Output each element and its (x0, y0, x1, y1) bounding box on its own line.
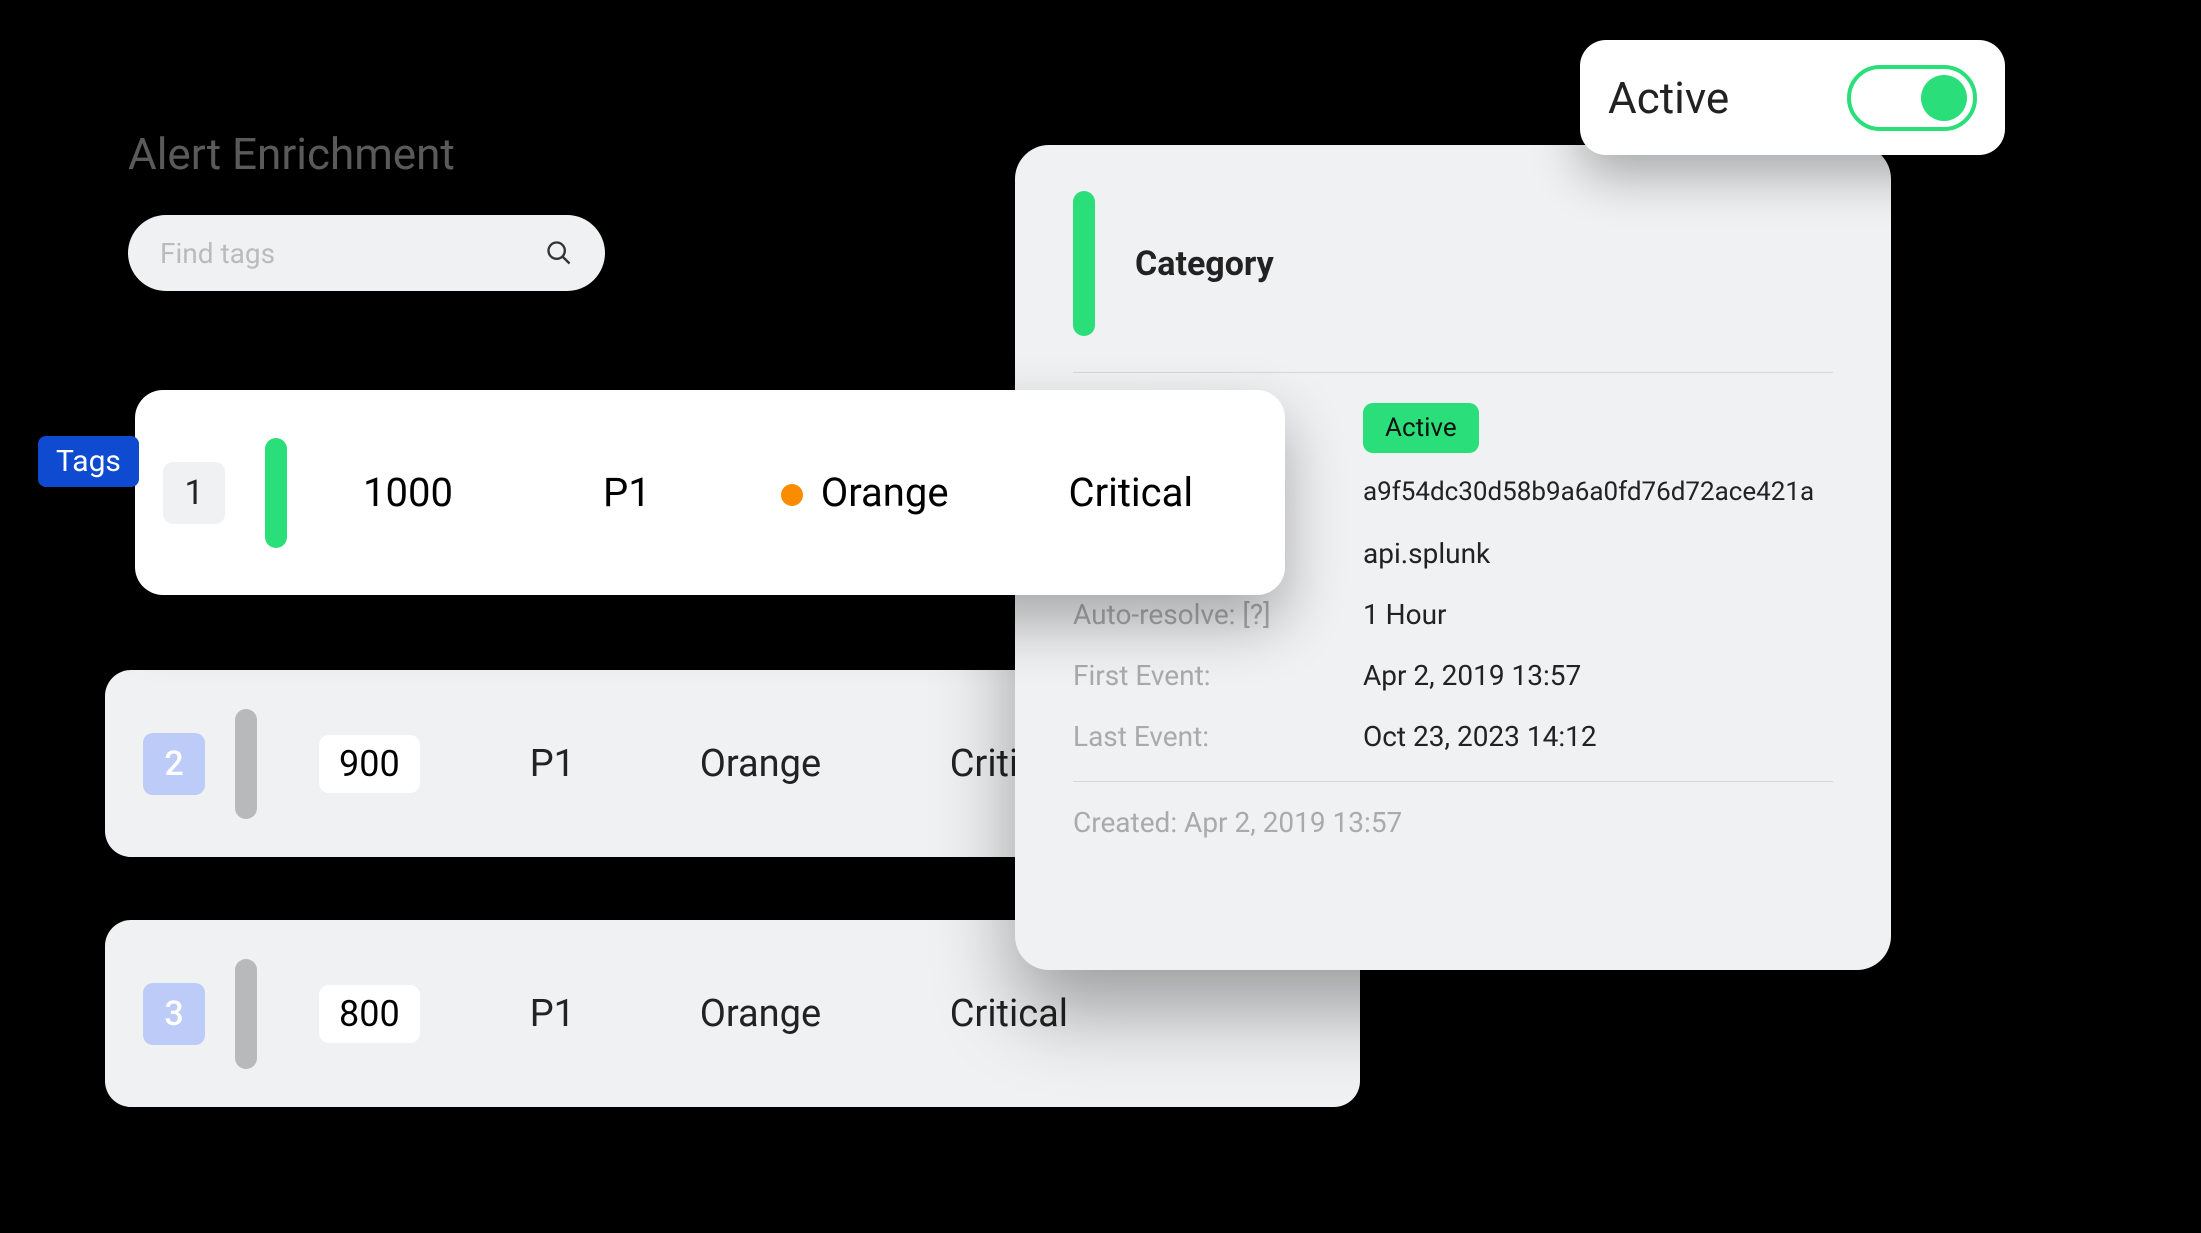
created-label: Created: Apr 2, 2019 13:57 (1073, 806, 1833, 839)
row-score: 800 (319, 985, 420, 1043)
row-index: 1 (163, 462, 225, 524)
row-priority: P1 (603, 469, 651, 516)
id-value: api.splunk (1363, 537, 1490, 570)
row-priority: P1 (530, 742, 610, 786)
autoresolve-value: 1 Hour (1363, 598, 1447, 631)
row-color: Orange (700, 992, 860, 1036)
page-title: Alert Enrichment (128, 128, 455, 180)
status-bar-icon (235, 709, 257, 819)
row-score: 900 (319, 735, 420, 793)
detail-hash: a9f54dc30d58b9a6a0fd76d72ace421a (1363, 477, 1833, 507)
row-color: Orange (781, 469, 949, 516)
active-toggle[interactable] (1847, 65, 1977, 131)
detail-heading: Category (1135, 244, 1274, 284)
active-label: Active (1608, 72, 1729, 124)
row-index: 2 (143, 733, 205, 795)
row-severity: Critical (1069, 469, 1194, 516)
status-bar-icon (1073, 191, 1095, 336)
row-score: 1000 (363, 469, 493, 516)
search-icon (545, 239, 573, 267)
row-priority: P1 (530, 992, 610, 1036)
status-bar-icon (235, 959, 257, 1069)
lastevent-value: Oct 23, 2023 14:12 (1363, 720, 1597, 753)
status-badge: Active (1363, 403, 1479, 453)
firstevent-value: Apr 2, 2019 13:57 (1363, 659, 1581, 692)
lastevent-label: Last Event: (1073, 720, 1363, 753)
tags-badge: Tags (38, 436, 139, 487)
row-color: Orange (700, 742, 860, 786)
divider (1073, 781, 1833, 782)
status-bar-icon (265, 438, 287, 548)
search-box[interactable] (128, 215, 605, 291)
autoresolve-label: Auto-resolve: [?] (1073, 598, 1363, 631)
active-toggle-card: Active (1580, 40, 2005, 155)
dot-icon (781, 484, 803, 506)
firstevent-label: First Event: (1073, 659, 1363, 692)
row-index: 3 (143, 983, 205, 1045)
alert-row-selected[interactable]: 1 1000 P1 Orange Critical (135, 390, 1285, 595)
divider (1073, 372, 1833, 373)
search-input[interactable] (160, 237, 545, 270)
toggle-knob-icon (1921, 75, 1967, 121)
row-severity: Critical (950, 992, 1070, 1036)
